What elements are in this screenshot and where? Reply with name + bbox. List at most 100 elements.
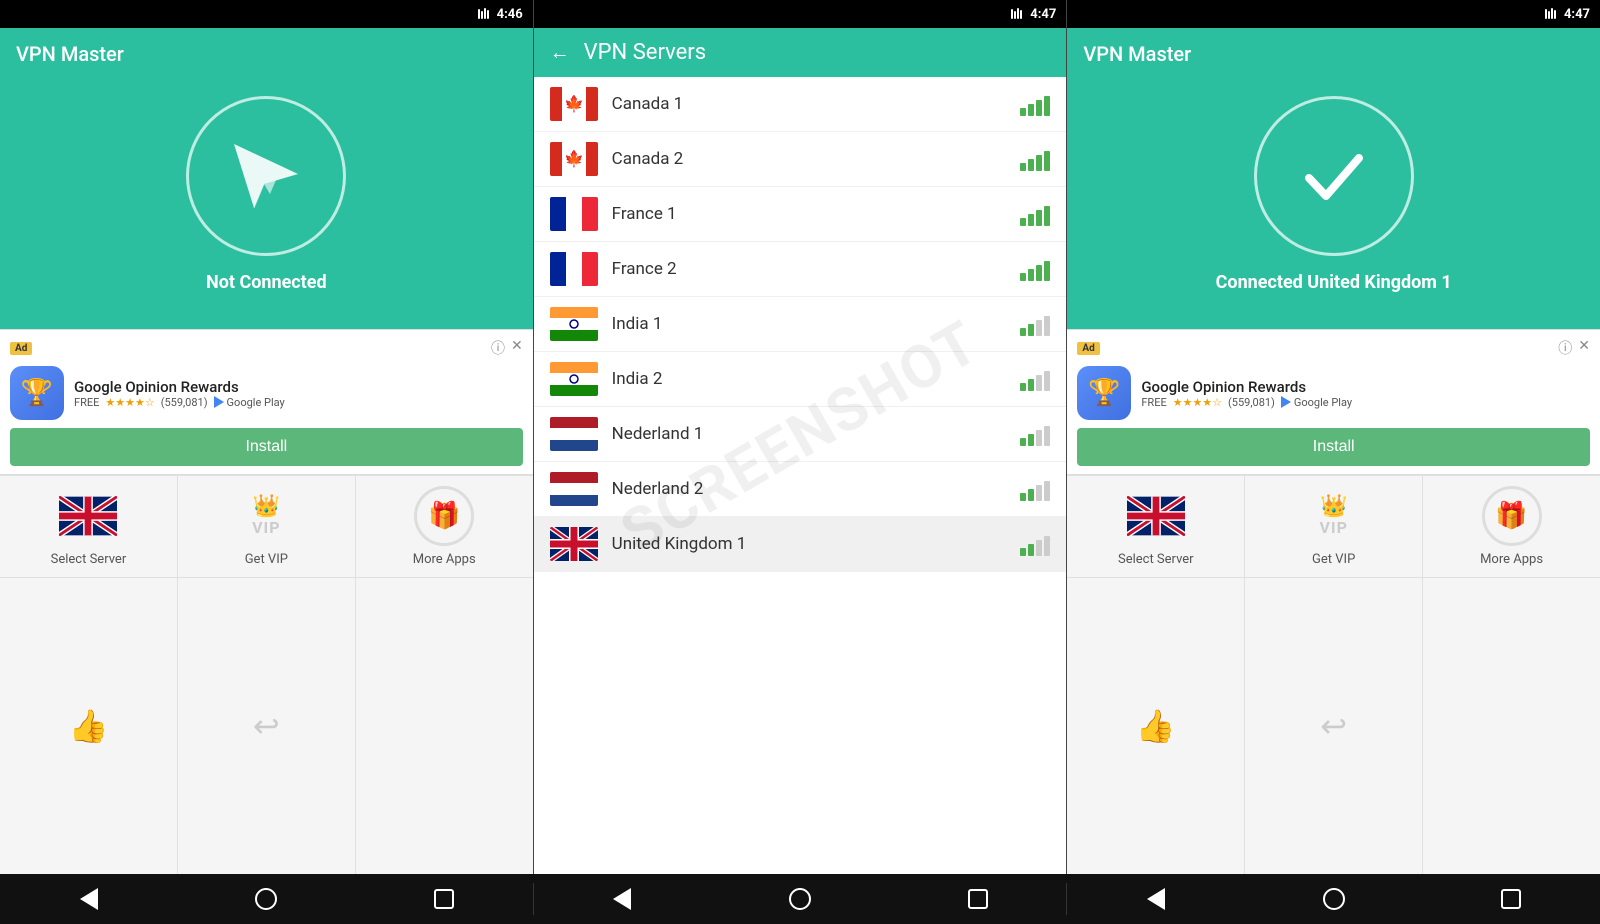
ad-top-bar-right: Ad ⓘ ✕	[1077, 338, 1590, 358]
back-btn-middle[interactable]	[606, 883, 638, 915]
ad-info-left[interactable]: ⓘ	[491, 338, 505, 358]
flag-nederland2	[550, 472, 598, 506]
back-triangle-middle	[613, 888, 631, 910]
partial-bottom-right: 👍 ↩	[1067, 577, 1600, 874]
crown-icon-right: 👑	[1320, 496, 1347, 518]
ad-close-left[interactable]: ✕	[511, 338, 523, 358]
flag-nederland1	[550, 417, 598, 451]
time-left: 4:46	[497, 7, 523, 22]
check-icon	[1294, 136, 1374, 216]
ad-install-button-left[interactable]: Install	[10, 428, 523, 466]
ad-install-button-right[interactable]: Install	[1077, 428, 1590, 466]
play-triangle-left	[214, 396, 224, 408]
back-button[interactable]: ←	[550, 40, 570, 65]
home-btn-left[interactable]	[250, 883, 282, 915]
recent-btn-left[interactable]	[428, 883, 460, 915]
time-right: 4:47	[1564, 7, 1590, 22]
server-france1[interactable]: France 1	[534, 187, 1067, 242]
ad-stars-right: ★★★★☆	[1173, 396, 1222, 409]
svg-text:🍁: 🍁	[564, 149, 584, 168]
vip-text-left: VIP	[252, 518, 280, 537]
server-canada2[interactable]: 🍁 Canada 2	[534, 132, 1067, 187]
get-vip-label-right: Get VIP	[1312, 552, 1355, 567]
vpn-status-circle-right[interactable]	[1254, 96, 1414, 256]
flag-canada1: 🍁	[550, 87, 598, 121]
server-india2[interactable]: India 2	[534, 352, 1067, 407]
status-segment-left: 4:46	[0, 0, 533, 28]
server-nederland2[interactable]: Nederland 2	[534, 462, 1067, 517]
ad-label-left: Ad	[10, 342, 32, 355]
ad-banner-right: Ad ⓘ ✕ 🏆 Google Opinion Rewards FREE ★★★…	[1067, 329, 1600, 475]
get-vip-item-left[interactable]: 👑 VIP Get VIP	[178, 476, 356, 577]
recent-btn-middle[interactable]	[962, 883, 994, 915]
empty-item-left	[356, 578, 533, 874]
share-item-left: ↩	[178, 578, 356, 874]
vip-badge-left: 👑 VIP	[237, 487, 295, 545]
server-uk1[interactable]: United Kingdom 1	[534, 517, 1067, 572]
server-name-france1: France 1	[612, 204, 1021, 224]
status-bar-right: 4:47	[1067, 0, 1600, 28]
google-play-label-right: Google Play	[1294, 396, 1352, 409]
signal-canada2	[1020, 147, 1050, 171]
back-btn-right[interactable]	[1140, 883, 1172, 915]
ad-label-right: Ad	[1077, 342, 1099, 355]
servers-title: VPN Servers	[584, 40, 706, 65]
flag-india1	[550, 307, 598, 341]
vpn-status-circle-left[interactable]	[186, 96, 346, 256]
get-vip-label-left: Get VIP	[245, 552, 288, 567]
server-nederland1[interactable]: Nederland 1	[534, 407, 1067, 462]
home-circle-right	[1323, 888, 1345, 910]
ad-free-right: FREE	[1141, 396, 1166, 409]
ad-info-right[interactable]: ⓘ	[1558, 338, 1572, 358]
ad-free-left: FREE	[74, 396, 99, 409]
share-item-right: ↩	[1245, 578, 1423, 874]
servers-list[interactable]: 🍁 Canada 1 🍁	[534, 77, 1067, 874]
status-icons-middle	[1010, 7, 1026, 21]
server-name-nederland2: Nederland 2	[612, 479, 1021, 499]
ad-controls-left: ⓘ ✕	[491, 338, 523, 358]
plane-icon	[226, 136, 306, 216]
flag-india2	[550, 362, 598, 396]
nav-segment-middle	[534, 883, 1068, 915]
ad-close-right[interactable]: ✕	[1578, 338, 1590, 358]
gift-symbol-right: 🎁	[1495, 501, 1527, 531]
flag-canada2: 🍁	[550, 142, 598, 176]
ad-stars-left: ★★★★☆	[105, 396, 154, 409]
thumb-icon-right: 👍	[1136, 707, 1176, 745]
screen-middle: 4:47 ← VPN Servers SCREENSHOT 🍁	[534, 0, 1068, 874]
select-server-item-right[interactable]: Select Server	[1067, 476, 1245, 577]
get-vip-item-right[interactable]: 👑 VIP Get VIP	[1245, 476, 1423, 577]
home-btn-right[interactable]	[1318, 883, 1350, 915]
ad-content-left: 🏆 Google Opinion Rewards FREE ★★★★☆ (559…	[10, 366, 523, 420]
status-bar-left: 4:46	[0, 0, 533, 28]
share-icon-left: ↩	[253, 707, 280, 745]
time-middle: 4:47	[1030, 7, 1056, 22]
more-apps-item-right[interactable]: 🎁 More Apps	[1423, 476, 1600, 577]
vpn-status-text-right: Connected United Kingdom 1	[1216, 272, 1452, 293]
trophy-icon-right: 🏆	[1088, 378, 1120, 408]
server-name-nederland1: Nederland 1	[612, 424, 1021, 444]
ad-meta-left: FREE ★★★★☆ (559,081) Google Play	[74, 396, 523, 409]
ad-meta-right: FREE ★★★★☆ (559,081) Google Play	[1141, 396, 1590, 409]
recent-square-left	[434, 889, 454, 909]
home-btn-middle[interactable]	[784, 883, 816, 915]
select-server-item-left[interactable]: Select Server	[0, 476, 178, 577]
signal-canada1	[1020, 92, 1050, 116]
servers-header: ← VPN Servers	[534, 28, 1067, 77]
server-canada1[interactable]: 🍁 Canada 1	[534, 77, 1067, 132]
server-india1[interactable]: India 1	[534, 297, 1067, 352]
back-btn-left[interactable]	[73, 883, 105, 915]
more-apps-item-left[interactable]: 🎁 More Apps	[356, 476, 533, 577]
signal-nederland1	[1020, 422, 1050, 446]
gift-wrap-left: 🎁	[414, 486, 474, 546]
ad-play-logo-right: Google Play	[1281, 396, 1352, 409]
home-circle-left	[255, 888, 277, 910]
ad-content-right: 🏆 Google Opinion Rewards FREE ★★★★☆ (559…	[1077, 366, 1590, 420]
server-name-india2: India 2	[612, 369, 1021, 389]
server-france2[interactable]: France 2	[534, 242, 1067, 297]
screen-left: 4:46 VPN Master Not Connected	[0, 0, 534, 874]
vip-icon-left: 👑 VIP	[236, 486, 296, 546]
app-title-left: VPN Master	[16, 42, 124, 66]
signal-india2	[1020, 367, 1050, 391]
recent-btn-right[interactable]	[1495, 883, 1527, 915]
